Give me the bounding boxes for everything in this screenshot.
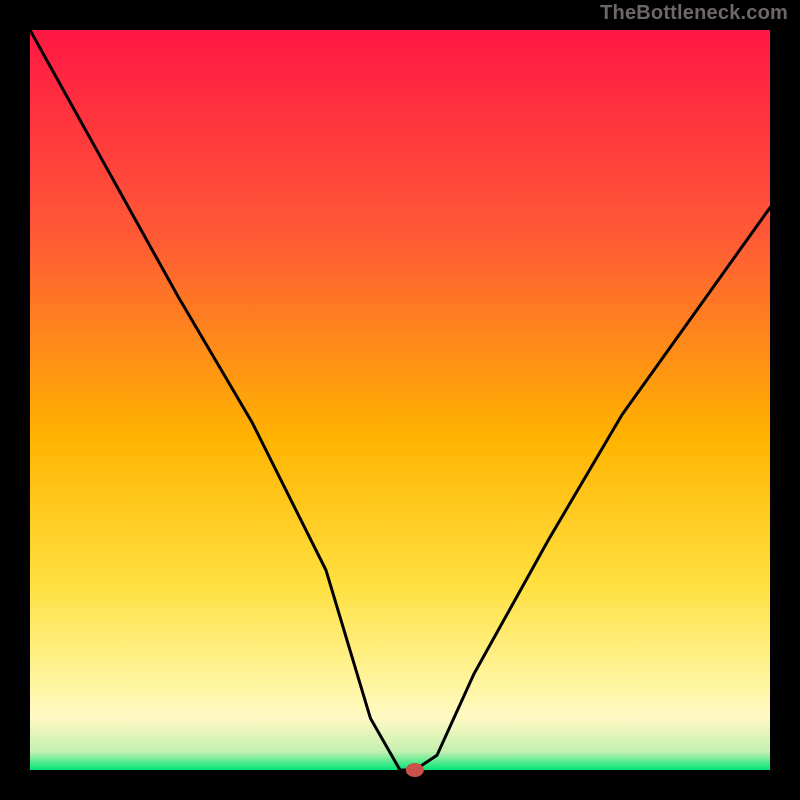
bottleneck-chart xyxy=(0,0,800,800)
optimum-marker xyxy=(406,763,424,777)
plot-background xyxy=(30,30,770,770)
page-root: TheBottleneck.com xyxy=(0,0,800,800)
watermark-text: TheBottleneck.com xyxy=(600,2,788,25)
